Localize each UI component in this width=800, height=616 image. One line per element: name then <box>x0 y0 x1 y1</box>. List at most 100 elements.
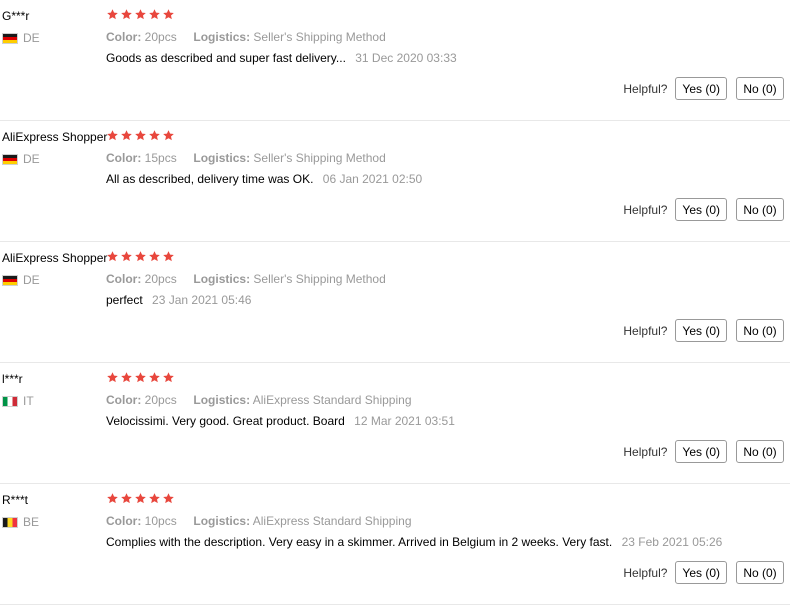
star-icon <box>163 372 174 383</box>
review-attributes: Color: 20pcs Logistics: Seller's Shippin… <box>106 30 386 44</box>
logistics-attr-value: AliExpress Standard Shipping <box>252 393 412 407</box>
star-icon <box>149 493 160 504</box>
review-content: perfect 23 Jan 2021 05:46 <box>106 293 251 307</box>
logistics-attr-label: Logistics: <box>193 272 251 286</box>
color-attr-label: Color: <box>106 30 142 44</box>
review-text: All as described, delivery time was OK. <box>106 172 314 186</box>
country-code: BE <box>23 515 40 529</box>
star-icon <box>121 493 132 504</box>
star-icon <box>135 251 146 262</box>
helpful-label: Helpful? <box>623 565 668 580</box>
helpful-label: Helpful? <box>623 202 668 217</box>
review-attributes: Color: 20pcs Logistics: AliExpress Stand… <box>106 393 412 407</box>
color-attr-label: Color: <box>106 514 142 528</box>
star-icon <box>121 372 132 383</box>
reviewer-country: DE <box>2 152 40 166</box>
review-attributes: Color: 20pcs Logistics: Seller's Shippin… <box>106 272 386 286</box>
color-attr-value: 20pcs <box>144 272 177 286</box>
review-item: R***t BE Color: 10pcs Logistics: AliExpr… <box>0 484 790 605</box>
reviewer-country: IT <box>2 394 34 408</box>
helpful-no-button[interactable]: No (0) <box>736 561 784 584</box>
star-icon <box>121 251 132 262</box>
color-attr-label: Color: <box>106 151 142 165</box>
helpful-label: Helpful? <box>623 444 668 459</box>
helpful-label: Helpful? <box>623 323 668 338</box>
review-attributes: Color: 15pcs Logistics: Seller's Shippin… <box>106 151 386 165</box>
star-rating <box>106 371 175 384</box>
star-icon <box>121 130 132 141</box>
helpful-no-button[interactable]: No (0) <box>736 440 784 463</box>
helpful-yes-button[interactable]: Yes (0) <box>675 77 727 100</box>
star-icon <box>135 372 146 383</box>
review-date: 31 Dec 2020 03:33 <box>355 51 457 65</box>
review-date: 12 Mar 2021 03:51 <box>354 414 455 428</box>
helpful-section: Helpful? Yes (0) No (0) <box>623 440 784 463</box>
review-item: G***r DE Color: 20pcs Logistics: Seller'… <box>0 0 790 121</box>
star-icon <box>107 9 118 20</box>
star-icon <box>107 493 118 504</box>
color-attr-value: 20pcs <box>144 30 177 44</box>
logistics-attr-label: Logistics: <box>193 30 251 44</box>
helpful-section: Helpful? Yes (0) No (0) <box>623 198 784 221</box>
color-attr-label: Color: <box>106 272 142 286</box>
star-rating <box>106 492 175 505</box>
helpful-no-button[interactable]: No (0) <box>736 319 784 342</box>
country-code: DE <box>23 31 40 45</box>
helpful-yes-button[interactable]: Yes (0) <box>675 319 727 342</box>
helpful-label: Helpful? <box>623 81 668 96</box>
review-text: perfect <box>106 293 143 307</box>
review-item: l***r IT Color: 20pcs Logistics: AliExpr… <box>0 363 790 484</box>
country-flag-icon <box>2 32 18 44</box>
reviewer-name: l***r <box>2 372 23 386</box>
star-icon <box>135 493 146 504</box>
review-content: Velocissimi. Very good. Great product. B… <box>106 414 455 428</box>
star-rating <box>106 129 175 142</box>
star-icon <box>149 372 160 383</box>
review-attributes: Color: 10pcs Logistics: AliExpress Stand… <box>106 514 412 528</box>
helpful-no-button[interactable]: No (0) <box>736 198 784 221</box>
review-content: Complies with the description. Very easy… <box>106 535 722 549</box>
helpful-section: Helpful? Yes (0) No (0) <box>623 561 784 584</box>
reviewer-name: R***t <box>2 493 29 507</box>
star-rating <box>106 8 175 21</box>
reviewer-country: DE <box>2 31 40 45</box>
star-icon <box>135 130 146 141</box>
helpful-yes-button[interactable]: Yes (0) <box>675 198 727 221</box>
star-icon <box>107 130 118 141</box>
star-icon <box>163 9 174 20</box>
reviewer-country: BE <box>2 515 39 529</box>
country-code: DE <box>23 273 40 287</box>
star-icon <box>163 251 174 262</box>
helpful-no-button[interactable]: No (0) <box>736 77 784 100</box>
logistics-attr-value: Seller's Shipping Method <box>253 151 386 165</box>
logistics-attr-label: Logistics: <box>193 393 251 407</box>
country-flag-icon <box>2 153 18 165</box>
star-icon <box>121 9 132 20</box>
review-text: Complies with the description. Very easy… <box>106 535 613 549</box>
country-flag-icon <box>2 274 18 286</box>
feedback-list: G***r DE Color: 20pcs Logistics: Seller'… <box>0 0 790 605</box>
review-date: 06 Jan 2021 02:50 <box>322 172 423 186</box>
country-flag-icon <box>2 395 18 407</box>
star-icon <box>135 9 146 20</box>
helpful-section: Helpful? Yes (0) No (0) <box>623 319 784 342</box>
logistics-attr-label: Logistics: <box>193 514 251 528</box>
star-icon <box>149 251 160 262</box>
review-content: All as described, delivery time was OK. … <box>106 172 422 186</box>
star-icon <box>163 493 174 504</box>
color-attr-label: Color: <box>106 393 142 407</box>
helpful-yes-button[interactable]: Yes (0) <box>675 440 727 463</box>
logistics-attr-label: Logistics: <box>193 151 251 165</box>
review-item: AliExpress Shopper DE Color: 15pcs Logis… <box>0 121 790 242</box>
logistics-attr-value: AliExpress Standard Shipping <box>252 514 412 528</box>
star-icon <box>107 372 118 383</box>
review-date: 23 Feb 2021 05:26 <box>621 535 723 549</box>
star-icon <box>149 9 160 20</box>
star-icon <box>149 130 160 141</box>
review-date: 23 Jan 2021 05:46 <box>152 293 252 307</box>
reviewer-name: AliExpress Shopper <box>2 130 108 144</box>
logistics-attr-value: Seller's Shipping Method <box>253 272 386 286</box>
color-attr-value: 15pcs <box>144 151 177 165</box>
helpful-yes-button[interactable]: Yes (0) <box>675 561 727 584</box>
review-item: AliExpress Shopper DE Color: 20pcs Logis… <box>0 242 790 363</box>
